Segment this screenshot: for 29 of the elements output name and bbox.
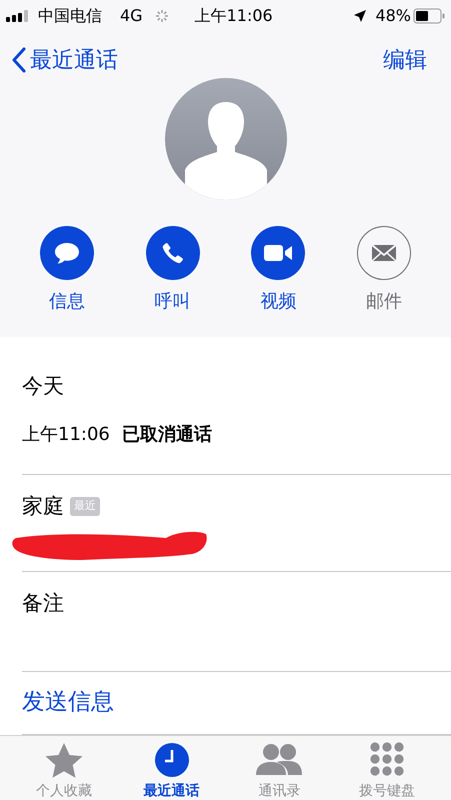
battery-percentage: 48% — [375, 5, 411, 27]
network-type: 4G — [120, 5, 143, 27]
video-camera-icon — [263, 243, 294, 263]
location-arrow-icon — [353, 9, 368, 23]
back-chevron-icon — [12, 47, 26, 73]
speech-bubble-icon — [52, 241, 81, 265]
notes-label: 备注 — [22, 590, 64, 614]
phone-label: 家庭 — [22, 492, 64, 520]
send-message-link[interactable]: 发送信息 — [22, 685, 114, 720]
edit-button[interactable]: 编辑 — [383, 44, 427, 76]
recent-badge: 最近 — [70, 497, 100, 516]
people-icon — [255, 742, 304, 776]
carrier-name: 中国电信 — [38, 5, 102, 27]
phone-icon — [160, 241, 185, 265]
loading-spinner-icon — [154, 9, 169, 23]
clock-time: 上午11:06 — [194, 5, 273, 27]
tab-bar-item[interactable]: 最近通话 — [126, 742, 217, 800]
back-button[interactable]: 最近通话 — [12, 44, 118, 76]
contact-action-button[interactable]: 视频 — [243, 226, 314, 315]
date-heading: 今天 — [22, 373, 65, 400]
keypad-icon — [370, 742, 404, 776]
contact-action-button[interactable]: 呼叫 — [138, 226, 208, 315]
star-icon — [44, 742, 84, 778]
clock-icon — [154, 742, 190, 778]
call-time: 上午11:06 — [22, 422, 110, 446]
call-status: 已取消通话 — [122, 422, 212, 446]
contact-action-button[interactable]: 信息 — [32, 226, 102, 315]
battery-icon — [413, 8, 445, 24]
envelope-icon — [371, 244, 398, 262]
